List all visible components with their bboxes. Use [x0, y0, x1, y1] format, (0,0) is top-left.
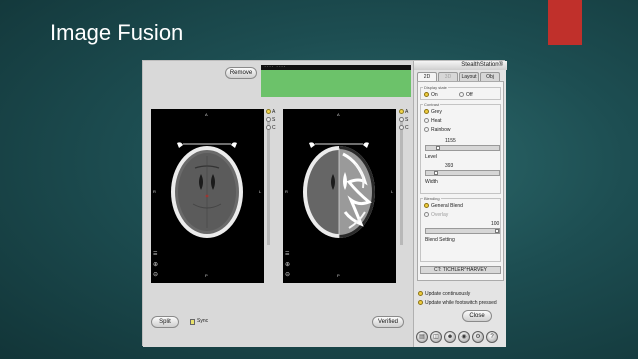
radio-on-icon [424, 109, 429, 114]
width-slider[interactable] [425, 170, 500, 176]
width-label: Width [425, 179, 438, 185]
level-value: 1155 [445, 138, 456, 144]
verified-button[interactable]: Verified [372, 316, 404, 328]
contrast-title: Contrast [423, 102, 441, 107]
radio-off-icon [399, 117, 404, 122]
blending-group: Blending General Blend Overlay 100 Blend… [420, 196, 501, 262]
slide-title: Image Fusion [50, 20, 184, 45]
blend-value: 100 [491, 221, 500, 227]
window-level-icon[interactable]: ☰ [153, 251, 157, 257]
tab-3d[interactable]: 3D [438, 72, 458, 81]
tab-2d-content: Display state On Off Contrast Grey Heat … [417, 81, 504, 281]
zoom-out-icon[interactable]: ⊖ [153, 271, 158, 278]
level-slider-thumb[interactable] [436, 146, 441, 150]
width-slider-thumb[interactable] [434, 171, 439, 175]
display-on-radio[interactable]: On [424, 92, 438, 98]
radio-off-icon [266, 117, 271, 122]
fused-axial-slice [303, 142, 375, 238]
view-2-sagittal[interactable]: S [399, 117, 413, 125]
panel-tabs: 2D 3D Layout Obj [417, 72, 501, 81]
tab-2d[interactable]: 2D [417, 72, 437, 81]
control-panel: StealthStation® 2D 3D Layout Obj Display… [413, 61, 507, 347]
radio-off-icon [266, 125, 271, 130]
blend-setting-label: Blend Setting [425, 237, 455, 243]
radio-on-icon [418, 291, 423, 296]
remove-button[interactable]: Remove [225, 67, 257, 79]
contrast-group: Contrast Grey Heat Rainbow 1155 Level 39… [420, 102, 501, 194]
view-2-scrollbar[interactable] [400, 117, 403, 245]
display-state-title: Display state [423, 85, 448, 90]
view-2-orientation: A S C [399, 109, 413, 133]
printer-icon[interactable]: ◫ [430, 331, 442, 343]
overlay-radio[interactable]: Overlay [424, 212, 448, 218]
orient-top: A [337, 112, 340, 117]
general-blend-radio[interactable]: General Blend [424, 203, 463, 209]
radio-off-icon [399, 125, 404, 130]
window-level-icon[interactable]: ☰ [285, 251, 289, 257]
level-label: Level [425, 154, 437, 160]
radio-off-icon [459, 92, 464, 97]
close-button[interactable]: Close [462, 310, 492, 322]
contrast-grey-radio[interactable]: Grey [424, 109, 442, 115]
top-readout: ---- ---- [264, 64, 286, 69]
orient-left: R [285, 189, 288, 194]
radio-off-icon [424, 212, 429, 217]
ct-view[interactable]: A P R L ☰ ⊕ ⊖ [151, 109, 264, 283]
red-accent-bar [548, 0, 582, 45]
tab-layout[interactable]: Layout [459, 72, 479, 81]
split-button[interactable]: Split [151, 316, 179, 328]
ct-axial-slice [171, 142, 243, 238]
camera-icon[interactable]: ◉ [458, 331, 470, 343]
zoom-out-icon[interactable]: ⊖ [285, 271, 290, 278]
view-1-sagittal[interactable]: S [266, 117, 280, 125]
view-1-orientation: A S C [266, 109, 280, 133]
contrast-rainbow-radio[interactable]: Rainbow [424, 127, 450, 133]
image-viewer-pane: Remove ---- ---- A P R L ☰ ⊕ ⊖ A S C A P… [143, 61, 413, 347]
radio-on-icon [424, 203, 429, 208]
help-icon[interactable]: ? [486, 331, 498, 343]
orient-top: A [205, 112, 208, 117]
zoom-in-icon[interactable]: ⊕ [285, 261, 290, 268]
blend-slider[interactable] [425, 228, 500, 234]
update-footswitch-option[interactable]: Update while footswitch pressed [418, 300, 497, 306]
zoom-in-icon[interactable]: ⊕ [153, 261, 158, 268]
contrast-heat-radio[interactable]: Heat [424, 118, 442, 124]
stealthstation-brand: StealthStation® [414, 61, 507, 70]
stealthstation-window: Remove ---- ---- A P R L ☰ ⊕ ⊖ A S C A P… [142, 60, 507, 347]
tab-obj[interactable]: Obj [480, 72, 500, 81]
orient-bottom: P [205, 273, 208, 278]
view-1-axial[interactable]: A [266, 109, 280, 117]
sync-checkbox[interactable] [190, 319, 195, 325]
blend-slider-thumb[interactable] [495, 229, 499, 233]
sync-label: Sync [197, 318, 209, 324]
view-1-scrollbar[interactable] [267, 117, 270, 245]
patient-icon[interactable]: ☻ [444, 331, 456, 343]
gear-icon[interactable]: ⚙ [472, 331, 484, 343]
orient-left: R [153, 189, 156, 194]
display-state-group: Display state On Off [420, 85, 501, 100]
radio-off-icon [424, 127, 429, 132]
orient-bottom: P [337, 273, 340, 278]
view-2-coronal[interactable]: C [399, 125, 413, 133]
patient-dataset-label: CT: TICHLER^HARVEY [420, 266, 501, 274]
view-2-axial[interactable]: A [399, 109, 413, 117]
radio-on-icon [418, 300, 423, 305]
fusion-status-bar [261, 70, 411, 97]
radio-off-icon [424, 118, 429, 123]
radio-on-icon [424, 92, 429, 97]
display-off-radio[interactable]: Off [459, 92, 473, 98]
tool-icon-bar: ▤ ◫ ☻ ◉ ⚙ ? [416, 331, 504, 345]
update-continuously-option[interactable]: Update continuously [418, 291, 470, 297]
view-1-coronal[interactable]: C [266, 125, 280, 133]
orient-right: L [259, 189, 262, 194]
radio-on-icon [399, 109, 404, 114]
width-value: 393 [445, 163, 454, 169]
level-slider[interactable] [425, 145, 500, 151]
orient-right: L [391, 189, 394, 194]
fused-view[interactable]: A P R L ☰ ⊕ ⊖ [283, 109, 396, 283]
blending-title: Blending [423, 196, 441, 201]
radio-on-icon [266, 109, 271, 114]
disk-icon[interactable]: ▤ [416, 331, 428, 343]
